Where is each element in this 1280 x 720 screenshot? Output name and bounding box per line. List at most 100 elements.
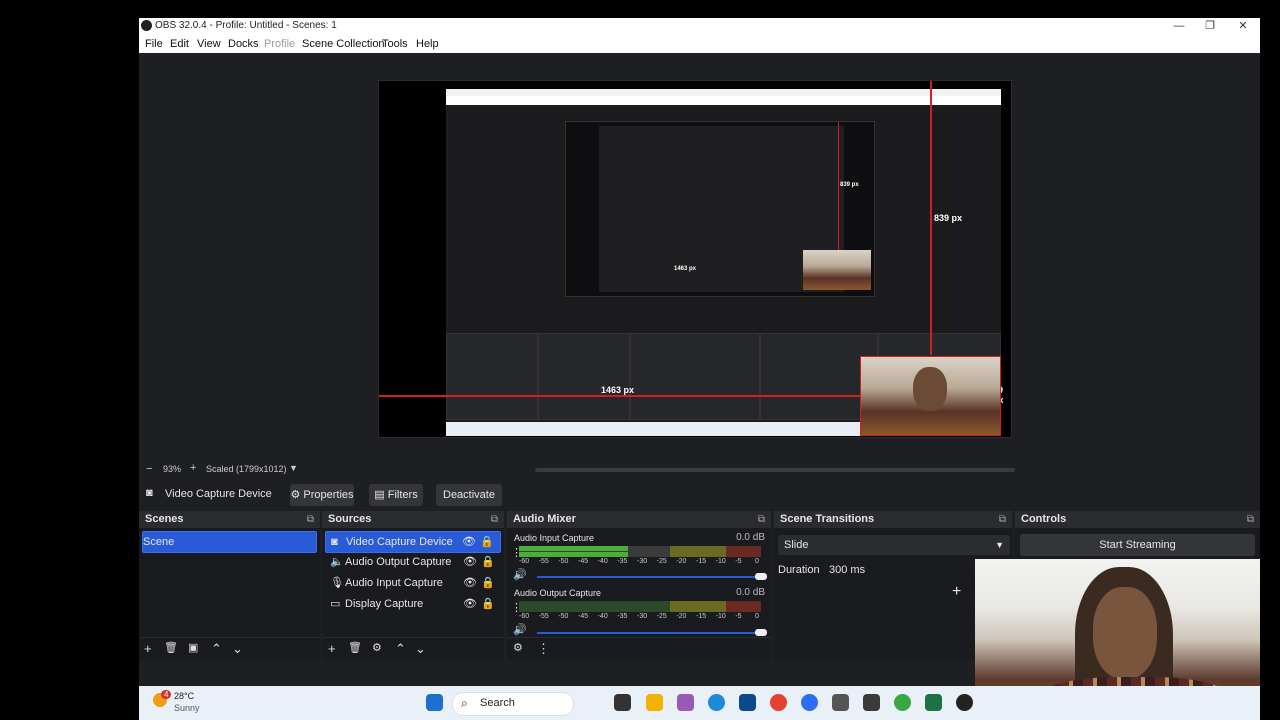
- menu-file[interactable]: File: [145, 38, 163, 50]
- slider-handle[interactable]: [755, 629, 767, 636]
- store-icon[interactable]: [739, 694, 756, 711]
- menu-help[interactable]: Help: [416, 38, 439, 50]
- trash-icon[interactable]: 🗑: [348, 641, 362, 654]
- move-up-icon[interactable]: ⌃: [211, 641, 222, 657]
- preview-canvas[interactable]: 839 px 1463 px 839 px 1463 px 29 px: [378, 80, 1012, 438]
- move-down-icon[interactable]: ⌄: [232, 641, 243, 657]
- deactivate-button[interactable]: Deactivate: [436, 484, 502, 506]
- undock-icon[interactable]: ⧉: [999, 511, 1006, 528]
- weather-badge: 4: [161, 690, 172, 699]
- mixer-toolbar: ⚙ ⋮: [507, 637, 771, 660]
- selected-video-source[interactable]: [860, 356, 1001, 436]
- volume-slider[interactable]: [537, 629, 767, 636]
- camera-app-icon[interactable]: [832, 694, 849, 711]
- scene-transitions-header: Scene Transitions ⧉: [774, 511, 1012, 528]
- meter-tick-label: -20: [676, 613, 687, 620]
- advanced-audio-icon[interactable]: ⚙: [513, 641, 523, 654]
- speaker-icon[interactable]: 🔊: [513, 568, 527, 581]
- gear-icon[interactable]: ⚙: [372, 641, 382, 654]
- speaker-icon[interactable]: 🔊: [513, 623, 527, 636]
- lock-icon[interactable]: 🔒: [481, 552, 495, 572]
- scene-item[interactable]: Scene: [142, 531, 317, 553]
- eye-icon[interactable]: 👁: [463, 552, 477, 572]
- lock-icon[interactable]: 🔒: [481, 573, 495, 593]
- filter-icon[interactable]: ▣: [188, 641, 198, 654]
- source-item[interactable]: ◙ Video Capture Device 👁 🔒: [325, 531, 501, 553]
- zoom-value: 93%: [163, 464, 182, 474]
- move-down-icon[interactable]: ⌄: [415, 641, 426, 657]
- weather-desc: Sunny: [174, 703, 200, 713]
- start-streaming-button[interactable]: Start Streaming: [1020, 534, 1255, 556]
- kebab-menu-icon[interactable]: ⋮: [537, 641, 550, 657]
- add-transition-icon[interactable]: +: [952, 583, 961, 601]
- meter-tick-label: 0: [755, 558, 759, 565]
- zoom-out-button[interactable]: −: [146, 463, 152, 475]
- add-icon[interactable]: +: [144, 641, 152, 656]
- eye-icon[interactable]: 👁: [463, 573, 477, 593]
- undock-icon[interactable]: ⧉: [491, 511, 498, 528]
- windows-taskbar: 4 28°C Sunny ⌕ Search: [139, 686, 1260, 720]
- meter-tick-label: -30: [637, 613, 648, 620]
- preview-scrollbar[interactable]: [535, 468, 1015, 472]
- duration-input[interactable]: 300 ms: [823, 560, 979, 580]
- add-icon[interactable]: +: [328, 641, 336, 656]
- scenes-dock: Scenes ⧉ Scene + 🗑 ▣ ⌃ ⌄: [139, 511, 320, 660]
- edge-icon[interactable]: [708, 694, 725, 711]
- volume-slider[interactable]: [537, 573, 767, 580]
- slider-handle[interactable]: [755, 573, 767, 580]
- chrome-icon[interactable]: [770, 694, 787, 711]
- eye-icon[interactable]: 👁: [463, 594, 477, 614]
- transition-select[interactable]: Slide ▼: [778, 535, 1010, 555]
- undock-icon[interactable]: ⧉: [307, 511, 314, 528]
- meter-tick-label: -20: [676, 558, 687, 565]
- controls-header: Controls ⧉: [1015, 511, 1260, 528]
- menu-scene-collection[interactable]: Scene Collection: [302, 38, 385, 50]
- taskbar-search[interactable]: ⌕ Search: [452, 692, 574, 716]
- weather-temp: 28°C: [174, 691, 195, 701]
- move-up-icon[interactable]: ⌃: [395, 641, 406, 657]
- excel-icon[interactable]: [925, 694, 942, 711]
- source-item[interactable]: 🎙 Audio Input Capture 👁 🔒: [325, 573, 501, 593]
- meter-tick-label: -40: [597, 558, 608, 565]
- lock-icon[interactable]: 🔒: [481, 594, 495, 614]
- undock-icon[interactable]: ⧉: [1247, 511, 1254, 528]
- menu-edit[interactable]: Edit: [170, 38, 189, 50]
- utorrent-icon[interactable]: [894, 694, 911, 711]
- source-label: Display Capture: [345, 598, 424, 610]
- calculator-icon[interactable]: [863, 694, 880, 711]
- menu-profile[interactable]: Profile: [264, 38, 295, 50]
- audio-mixer-dock: Audio Mixer ⧉ Audio Input Capture 0.0 dB …: [507, 511, 771, 660]
- trash-icon[interactable]: 🗑: [164, 641, 178, 654]
- chevron-down-icon[interactable]: ▼: [289, 463, 298, 473]
- inner-vertical-measure: 839 px: [840, 182, 859, 188]
- copilot-icon[interactable]: [677, 694, 694, 711]
- menu-view[interactable]: View: [197, 38, 221, 50]
- eye-icon[interactable]: 👁: [462, 532, 476, 552]
- source-item[interactable]: 🔈 Audio Output Capture 👁 🔒: [325, 552, 501, 572]
- zoom-in-button[interactable]: +: [190, 462, 196, 474]
- minimize-button[interactable]: —: [1164, 18, 1194, 35]
- scenes-header: Scenes ⧉: [139, 511, 320, 528]
- zoom-icon[interactable]: [801, 694, 818, 711]
- obs-taskbar-icon[interactable]: [956, 694, 973, 711]
- camera-icon: ◙: [331, 536, 338, 548]
- sources-toolbar: + 🗑 ⚙ ⌃ ⌄: [322, 637, 504, 660]
- menu-docks[interactable]: Docks: [228, 38, 259, 50]
- controls-title: Controls: [1021, 513, 1067, 525]
- properties-button[interactable]: ⚙ Properties: [290, 484, 354, 506]
- filters-button[interactable]: ▤ Filters: [369, 484, 423, 506]
- undock-icon[interactable]: ⧉: [758, 511, 765, 528]
- task-view-icon[interactable]: [614, 694, 631, 711]
- lock-icon[interactable]: 🔒: [480, 532, 494, 552]
- windows-start-icon[interactable]: [426, 694, 443, 711]
- audio-mixer-title: Audio Mixer: [513, 513, 576, 525]
- meter-tick-label: -15: [696, 613, 707, 620]
- restore-button[interactable]: ❐: [1195, 18, 1225, 35]
- menu-tools[interactable]: Tools: [382, 38, 408, 50]
- source-item[interactable]: ▭ Display Capture 👁 🔒: [325, 594, 501, 614]
- close-button[interactable]: ✕: [1228, 18, 1258, 35]
- file-explorer-icon[interactable]: [646, 694, 663, 711]
- scale-mode[interactable]: Scaled (1799x1012): [206, 464, 287, 474]
- meter-tick-label: -5: [735, 613, 742, 620]
- inner-horizontal-measure: 1463 px: [674, 266, 697, 272]
